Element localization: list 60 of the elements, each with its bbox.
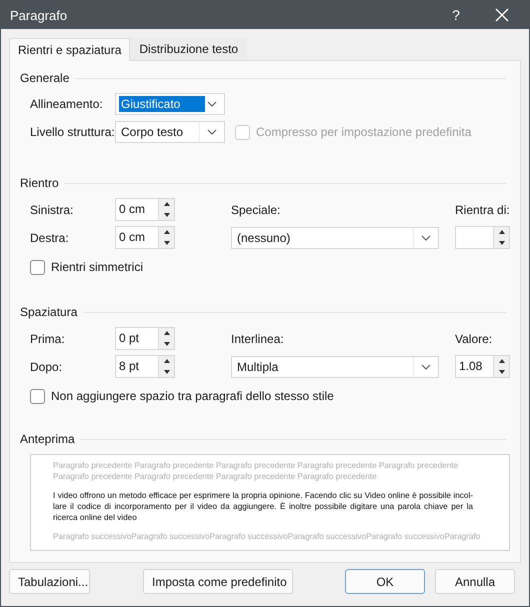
checkbox-label: Compresso per impostazione predefinita [256, 125, 472, 139]
spin-value: 0 pt [118, 330, 140, 347]
spin-arrows-icon[interactable] [493, 356, 509, 377]
help-button[interactable]: ? [433, 1, 479, 29]
spin-field[interactable]: 0 cm [115, 198, 175, 221]
chevron-down-icon [421, 364, 431, 370]
preview-text: Paragrafo precedente Paragrafo precedente Paragrafo precedente Paragrafo precedente Paragrafo precedente Paragrafo precedente Paragrafo precedente Paragrafo precedente Paragrafo precedente [53, 460, 460, 482]
dropdown-value: (nessuno) [236, 230, 292, 246]
field-label: Prima: [30, 332, 66, 346]
checkbox-label: Non aggiungere spazio tra paragrafi dello stesso stile [51, 389, 334, 403]
dialog-button[interactable]: OK [345, 569, 425, 594]
dialog-button[interactable]: Annulla [435, 569, 515, 594]
chevron-down-icon [421, 234, 431, 240]
spin-arrows-icon[interactable] [493, 227, 509, 248]
tab[interactable]: Rientri e spaziatura [9, 38, 130, 61]
window-title: Paragrafo [10, 8, 68, 22]
field-label: Speciale: [231, 202, 282, 216]
spin-value: 1.08 [458, 358, 484, 375]
spin-arrows-icon[interactable] [158, 227, 174, 248]
field-label: Allineamento: [30, 97, 104, 111]
section-title: Spaziatura [20, 305, 78, 319]
spin-field[interactable]: 8 pt [115, 355, 175, 378]
dropdown-value: Giustificato [119, 96, 205, 112]
section-title: Rientro [20, 176, 59, 190]
dropdown-value: Corpo testo [120, 124, 184, 140]
field-label: Destra: [30, 230, 70, 244]
checkbox-label: Rientri simmetrici [51, 260, 144, 274]
chevron-down-icon [207, 101, 217, 107]
alignment-dropdown[interactable]: Giustificato [115, 93, 225, 115]
spin-value: 0 cm [118, 229, 146, 246]
spin-arrows-icon[interactable] [158, 328, 174, 349]
field-label: Rientra di: [455, 202, 511, 216]
spin-field[interactable] [455, 226, 510, 249]
close-icon [495, 8, 509, 22]
preview-text: I video offrono un metodo efficace per esprimere la propria opinione. Facendo clic su Video online è possibile incol-lare il codice di incorporamento per il video da aggiungere. È inoltre possibile digitare una parola chiave per la ricerca online del video [53, 490, 473, 523]
spin-value: 0 cm [118, 201, 146, 218]
chevron-down-icon [207, 129, 217, 135]
spin-field[interactable]: 1.08 [455, 355, 510, 378]
field-label: Interlinea: [231, 332, 285, 346]
spin-arrows-icon[interactable] [158, 199, 174, 220]
outline-level-dropdown[interactable]: Corpo testo [115, 121, 225, 143]
preview-text: Paragrafo successivoParagrafo successivoParagrafo successivoParagrafo successivoParagrafo successivoParagrafo [53, 531, 480, 542]
dialog-button[interactable]: Imposta come predefinito [143, 569, 293, 594]
dropdown-value: Multipla [236, 358, 280, 374]
section-title: Generale [20, 71, 70, 85]
checkbox[interactable] [30, 260, 45, 274]
field-label: Dopo: [30, 360, 64, 374]
spin-value: 8 pt [118, 358, 140, 375]
field-label: Sinistra: [30, 202, 74, 216]
line-spacing-dropdown[interactable]: Multipla [231, 356, 439, 378]
field-label: Livello struttura: [30, 125, 115, 139]
field-label: Valore: [455, 332, 494, 346]
special-indent-dropdown[interactable]: (nessuno) [231, 226, 439, 248]
checkbox[interactable] [30, 388, 45, 404]
spin-arrows-icon[interactable] [158, 356, 174, 377]
tab[interactable]: Distribuzione testo [130, 37, 248, 60]
section-title: Anteprima [20, 432, 75, 446]
spin-field[interactable]: 0 cm [115, 226, 175, 249]
spin-field[interactable]: 0 pt [115, 327, 175, 350]
dialog-button[interactable]: Tabulazioni... [9, 569, 90, 594]
